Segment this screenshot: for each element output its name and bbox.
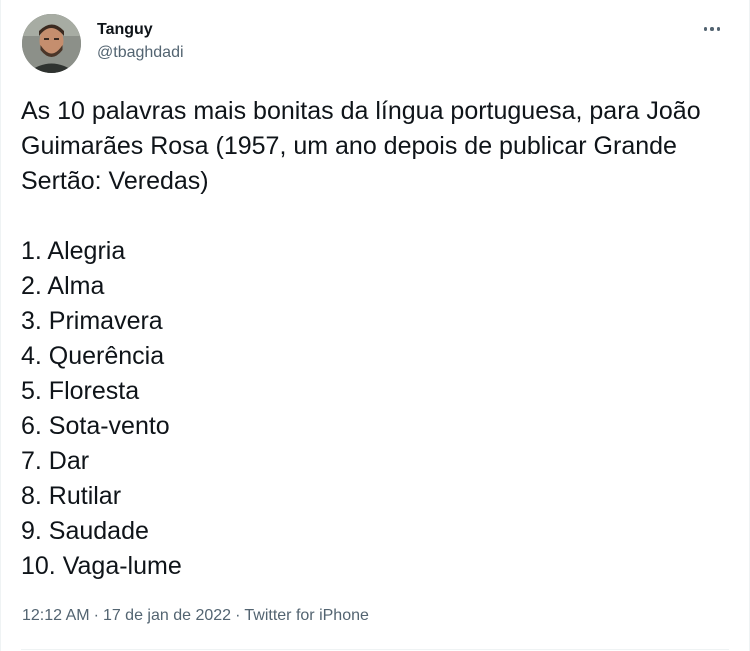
tweet-author: Tanguy @tbaghdadi	[97, 19, 184, 63]
avatar-image	[22, 14, 81, 73]
tweet-intro: As 10 palavras mais bonitas da língua po…	[21, 97, 701, 195]
list-item: 7. Dar	[21, 447, 90, 475]
meta-separator: ·	[93, 607, 99, 624]
list-item: 2. Alma	[21, 272, 105, 300]
list-item: 10. Vaga-lume	[21, 552, 182, 580]
tweet-text: As 10 palavras mais bonitas da língua po…	[21, 94, 731, 584]
author-display-name[interactable]: Tanguy	[97, 19, 184, 40]
tweet-card: Tanguy @tbaghdadi As 10 palavras mais bo…	[0, 0, 750, 651]
tweet-date: 17 de jan de 2022	[102, 607, 232, 624]
list-item: 9. Saudade	[21, 517, 149, 545]
tweet-word-list: 1. Alegria 2. Alma 3. Primavera 4. Querê…	[21, 234, 731, 584]
list-item: 1. Alegria	[21, 237, 126, 265]
more-options-button[interactable]	[699, 18, 725, 40]
list-item: 3. Primavera	[21, 307, 163, 335]
avatar[interactable]	[22, 14, 81, 73]
tweet-source[interactable]: Twitter for iPhone	[244, 607, 369, 624]
tweet-timestamp[interactable]: 12:12 AM · 17 de jan de 2022	[22, 607, 231, 624]
list-item: 8. Rutilar	[21, 482, 122, 510]
tweet-time: 12:12 AM	[22, 607, 90, 624]
more-horizontal-icon	[703, 27, 708, 31]
tweet-metadata: 12:12 AM · 17 de jan de 2022 · Twitter for i…	[22, 606, 369, 626]
divider	[21, 649, 729, 650]
list-item: 6. Sota-vento	[21, 412, 170, 440]
author-handle[interactable]: @tbaghdadi	[97, 42, 184, 63]
meta-separator: ·	[235, 607, 241, 624]
list-item: 5. Floresta	[21, 377, 140, 405]
list-item: 4. Querência	[21, 342, 165, 370]
